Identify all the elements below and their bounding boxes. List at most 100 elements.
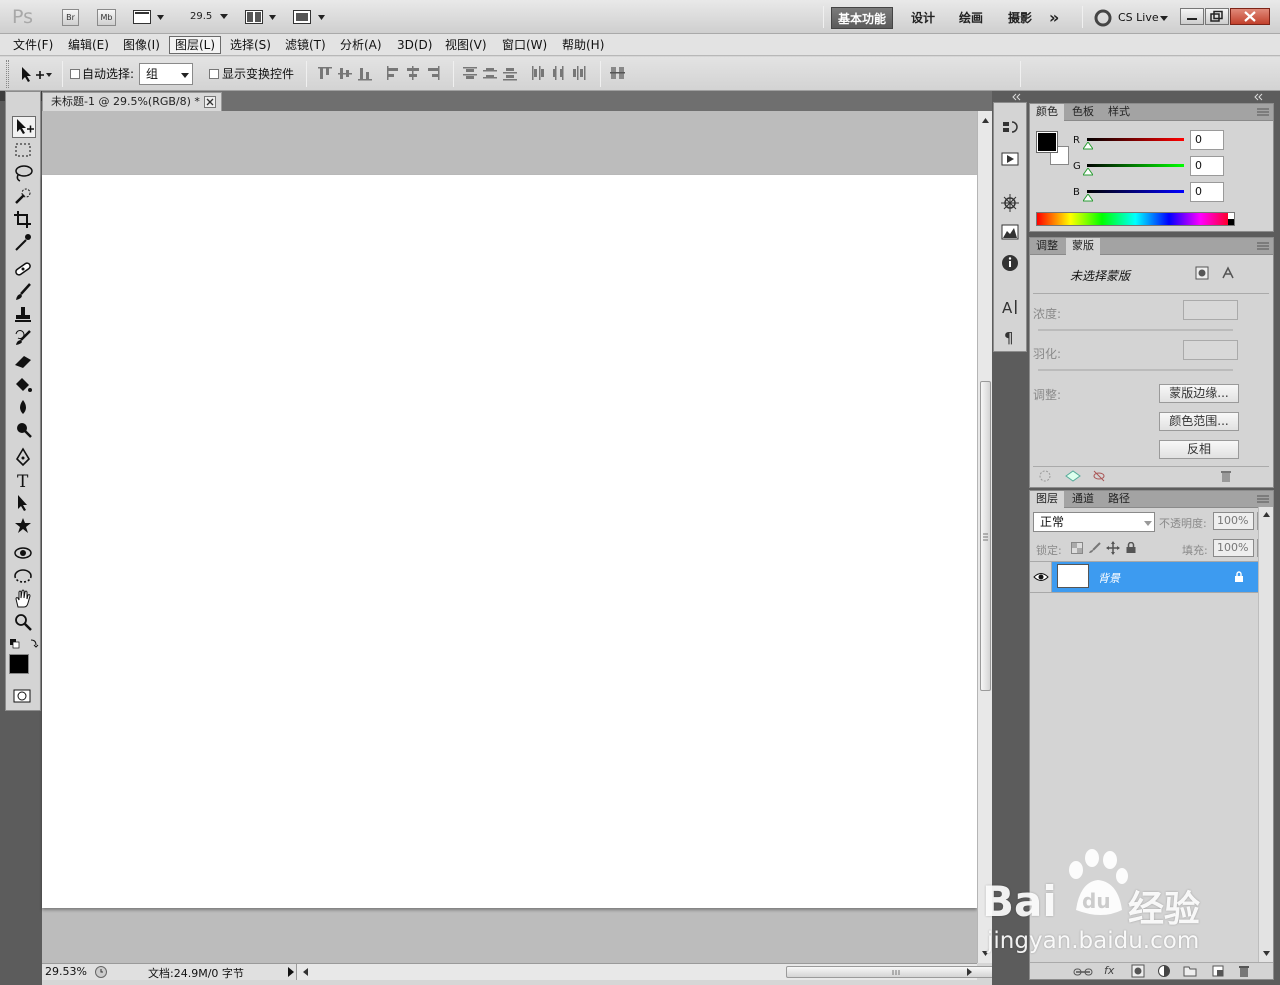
auto-select-target-select[interactable]: 组: [139, 63, 193, 85]
more-workspaces-button[interactable]: »: [1043, 7, 1065, 29]
red-value-input[interactable]: 0: [1190, 130, 1224, 150]
disable-mask-icon[interactable]: [1092, 469, 1106, 483]
color-range-button[interactable]: 颜色范围...: [1159, 412, 1239, 431]
scroll-down-icon[interactable]: [1260, 947, 1273, 959]
layer-thumbnail[interactable]: [1057, 564, 1089, 588]
tab-layers[interactable]: 图层: [1030, 491, 1064, 509]
paragraph-panel-icon[interactable]: ¶: [1000, 327, 1020, 347]
info-panel-icon[interactable]: [1000, 253, 1020, 273]
workspace-photography[interactable]: 摄影: [1002, 7, 1038, 29]
color-spectrum-ramp[interactable]: [1036, 212, 1235, 226]
menu-window[interactable]: 窗口(W): [497, 36, 552, 54]
green-slider-handle[interactable]: [1083, 168, 1093, 176]
pen-tool[interactable]: [12, 447, 36, 469]
add-vector-mask-icon[interactable]: [1221, 266, 1235, 280]
green-slider-track[interactable]: [1087, 164, 1184, 167]
collapse-to-icons-icon[interactable]: [1250, 92, 1280, 102]
arrange-documents-button[interactable]: [245, 10, 279, 24]
layer-style-button[interactable]: fx: [1104, 964, 1114, 977]
lock-position-icon[interactable]: [1106, 541, 1120, 555]
quick-mask-mode-button[interactable]: [12, 688, 36, 710]
apply-mask-icon[interactable]: [1064, 469, 1082, 483]
layer-row-background[interactable]: 背景: [1030, 561, 1258, 593]
load-selection-icon[interactable]: [1038, 469, 1052, 483]
close-tab-icon[interactable]: [204, 96, 216, 108]
lock-image-pixels-icon[interactable]: [1088, 542, 1102, 554]
actions-panel-icon[interactable]: [1000, 149, 1020, 169]
zoom-dropdown-icon[interactable]: [220, 14, 228, 19]
feather-slider[interactable]: [1038, 369, 1233, 371]
scroll-left-icon[interactable]: [301, 966, 311, 978]
quick-selection-tool[interactable]: [12, 186, 36, 208]
delete-layer-icon[interactable]: [1238, 964, 1250, 978]
menu-3d[interactable]: 3D(D): [392, 36, 437, 54]
document-canvas[interactable]: [42, 175, 977, 908]
panel-menu-icon[interactable]: [1257, 108, 1269, 116]
blur-tool[interactable]: [12, 397, 36, 419]
collapse-dock-icon[interactable]: [994, 92, 1024, 102]
workspace-essentials[interactable]: 基本功能: [831, 7, 894, 29]
scroll-right-icon[interactable]: [964, 966, 974, 978]
black-white-swatch[interactable]: [1228, 213, 1234, 225]
character-panel-icon[interactable]: A: [1000, 297, 1020, 317]
link-layers-icon[interactable]: [1073, 966, 1093, 978]
clone-stamp-tool[interactable]: [12, 305, 36, 327]
horizontal-scrollbar[interactable]: [296, 964, 1006, 980]
trash-icon[interactable]: [1220, 469, 1232, 483]
feather-input[interactable]: [1183, 340, 1238, 360]
menu-file[interactable]: 文件(F): [8, 36, 58, 54]
screen-mode-button[interactable]: [293, 10, 327, 24]
green-value-input[interactable]: 0: [1190, 156, 1224, 176]
new-layer-icon[interactable]: [1211, 964, 1225, 978]
3d-orbit-tool[interactable]: [12, 566, 36, 588]
type-tool[interactable]: T: [12, 470, 36, 492]
menu-layer[interactable]: 图层(L): [169, 36, 222, 54]
hand-tool[interactable]: [12, 589, 36, 611]
scroll-up-icon[interactable]: [1260, 509, 1273, 521]
lock-all-icon[interactable]: [1125, 542, 1137, 554]
tab-masks[interactable]: 蒙版: [1066, 238, 1100, 256]
blend-mode-select[interactable]: 正常: [1033, 512, 1155, 532]
brush-tool[interactable]: [12, 282, 36, 304]
navigator-panel-icon[interactable]: [1000, 193, 1020, 213]
blue-slider-track[interactable]: [1087, 190, 1184, 193]
histogram-panel-icon[interactable]: [1000, 222, 1020, 242]
spot-healing-brush-tool[interactable]: [12, 259, 36, 281]
lasso-tool[interactable]: [12, 163, 36, 185]
status-info-icon[interactable]: [94, 965, 108, 979]
mask-edge-button[interactable]: 蒙版边缘...: [1159, 384, 1239, 403]
layer-visibility-toggle[interactable]: [1030, 562, 1052, 592]
bridge-button[interactable]: Br: [62, 9, 79, 26]
menu-select[interactable]: 选择(S): [225, 36, 276, 54]
vertical-scrollbar[interactable]: [977, 111, 992, 963]
layers-scrollbar[interactable]: [1258, 507, 1273, 962]
tab-swatches[interactable]: 色板: [1066, 104, 1100, 121]
status-menu-arrow-icon[interactable]: [286, 966, 296, 978]
zoom-tool[interactable]: [12, 612, 36, 634]
paint-bucket-tool[interactable]: [12, 374, 36, 396]
menu-help[interactable]: 帮助(H): [557, 36, 609, 54]
menu-image[interactable]: 图像(I): [118, 36, 165, 54]
invert-button[interactable]: 反相: [1159, 440, 1239, 459]
tool-preset-picker[interactable]: [18, 65, 58, 83]
workspace-design[interactable]: 设计: [905, 7, 941, 29]
red-slider-handle[interactable]: [1083, 142, 1093, 150]
minimize-button[interactable]: [1180, 8, 1204, 25]
layer-name[interactable]: 背景: [1098, 570, 1120, 586]
tab-adjustments[interactable]: 调整: [1030, 238, 1064, 255]
default-colors-icon[interactable]: [9, 637, 39, 651]
mini-bridge-button[interactable]: Mb: [97, 9, 116, 26]
close-window-button[interactable]: [1230, 8, 1270, 25]
document-tab[interactable]: 未标题-1 @ 29.5%(RGB/8) *: [42, 92, 222, 111]
density-input[interactable]: [1183, 300, 1238, 320]
opacity-input[interactable]: 100%: [1213, 512, 1254, 530]
tab-color[interactable]: 颜色: [1030, 104, 1064, 122]
adjustment-layer-icon[interactable]: [1157, 964, 1171, 978]
lock-transparent-pixels-icon[interactable]: [1071, 542, 1083, 554]
path-selection-tool[interactable]: [12, 493, 36, 515]
vertical-scroll-thumb[interactable]: [980, 381, 991, 691]
add-layer-mask-icon[interactable]: [1131, 964, 1145, 978]
crop-tool[interactable]: [12, 209, 36, 231]
foreground-color-chip[interactable]: [1036, 131, 1058, 153]
red-slider-track[interactable]: [1087, 138, 1184, 141]
